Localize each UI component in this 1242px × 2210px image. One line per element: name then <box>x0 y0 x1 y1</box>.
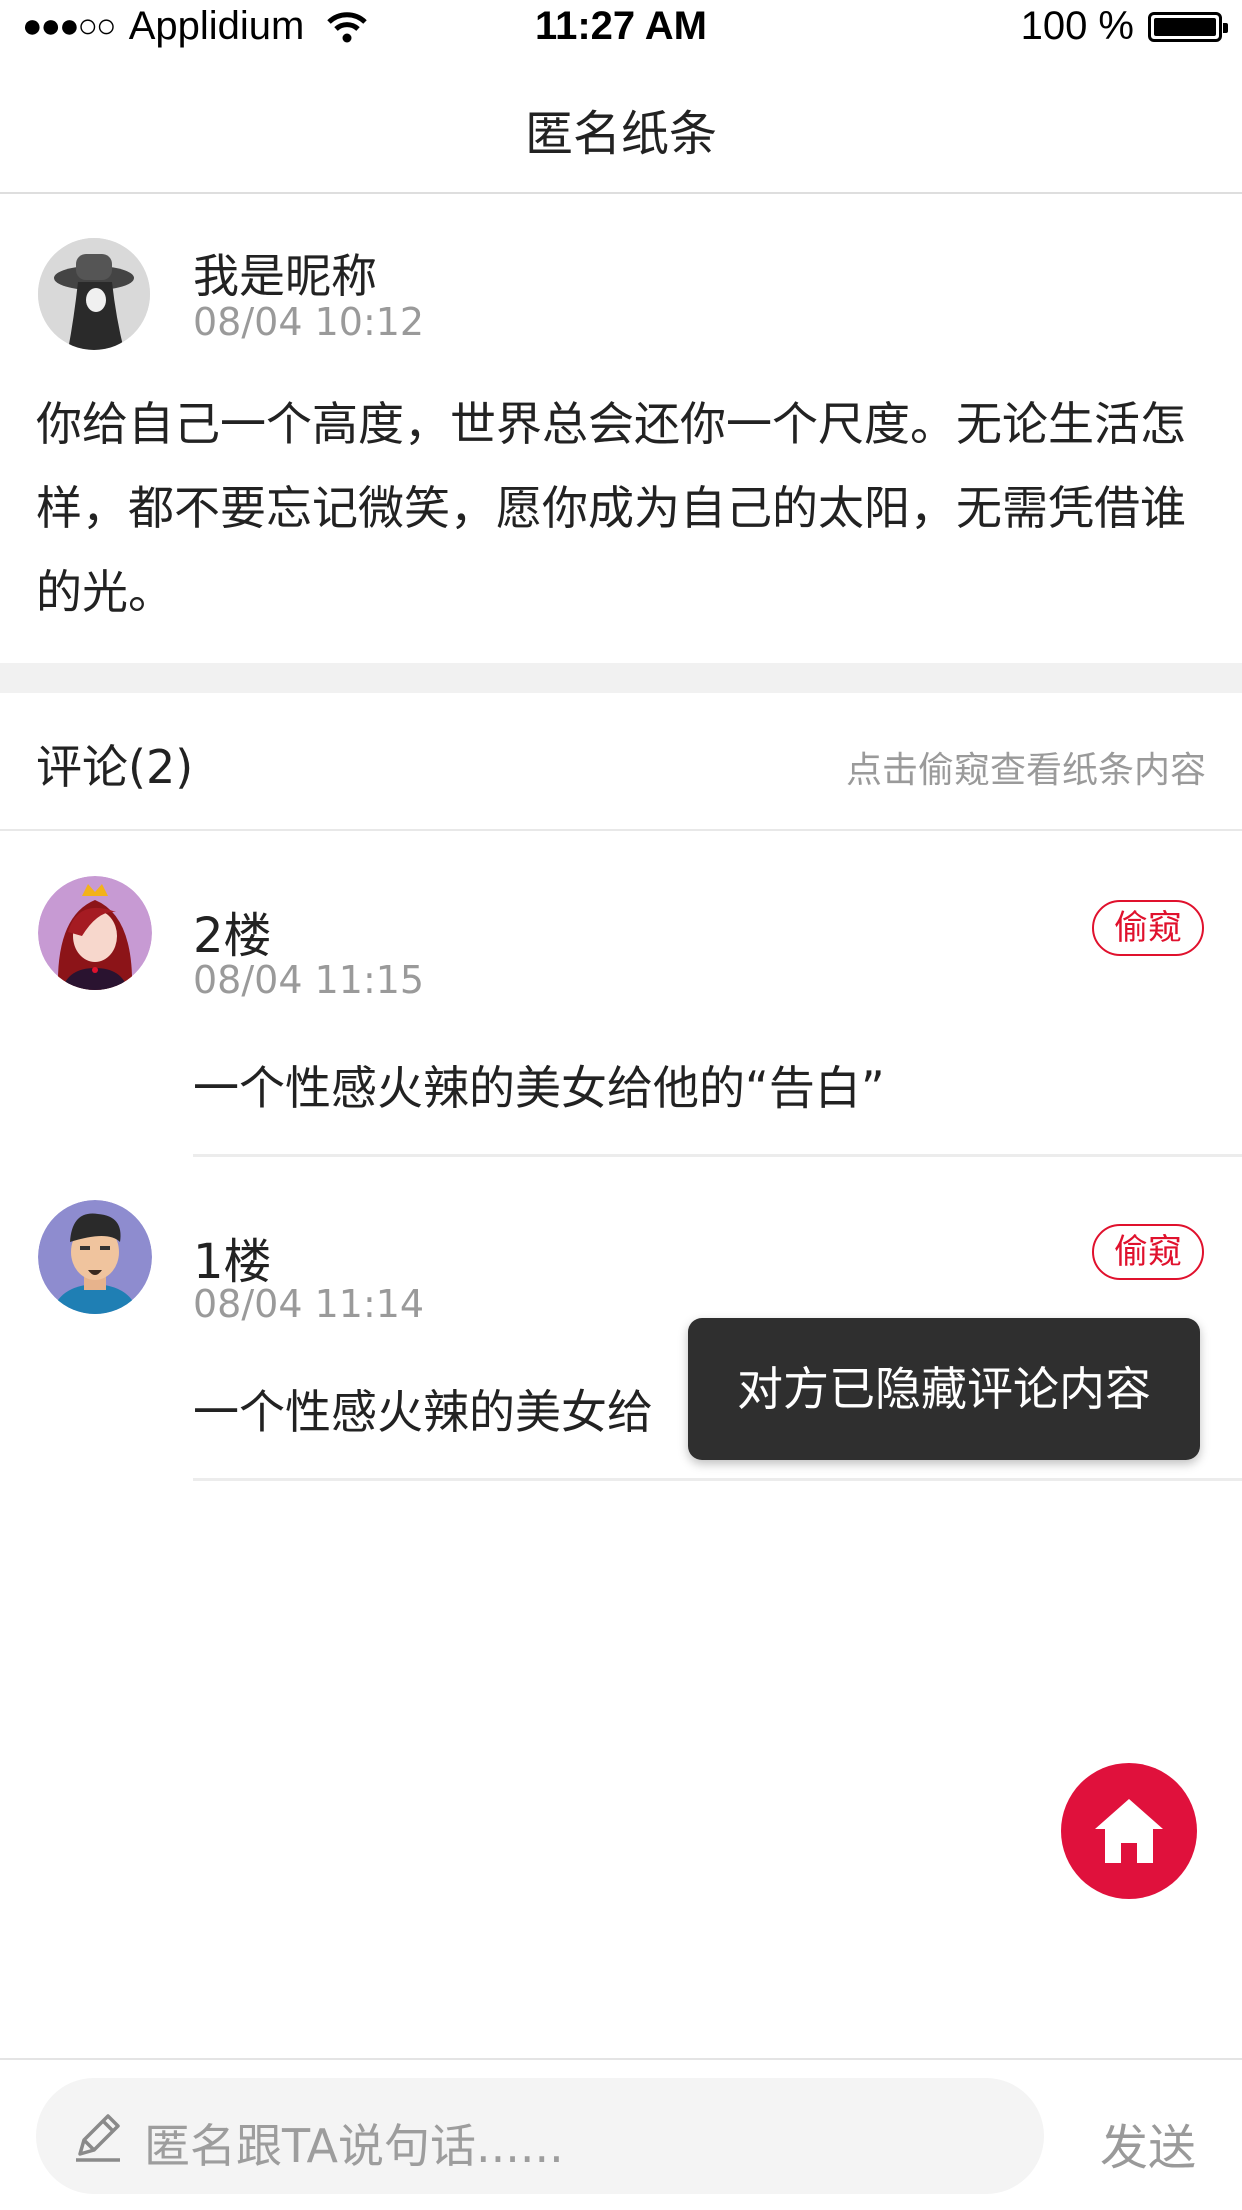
home-icon <box>1095 1799 1163 1863</box>
comment-avatar[interactable] <box>38 876 152 990</box>
post-timestamp: 08/04 10:12 <box>193 300 425 344</box>
pencil-icon <box>76 2114 120 2162</box>
avatar-image <box>38 1200 152 1314</box>
send-button[interactable]: 发送 <box>1100 2108 1196 2178</box>
navigation-bar: 匿名纸条 <box>0 56 1242 194</box>
section-divider <box>0 663 1242 693</box>
comment-floor: 2楼 <box>193 908 272 964</box>
peek-button[interactable]: 偷窥 <box>1092 1224 1204 1280</box>
page-title: 匿名纸条 <box>524 106 717 162</box>
toast-message: 对方已隐藏评论内容 <box>688 1318 1200 1460</box>
avatar-image <box>38 876 152 990</box>
battery-percent: 100 % <box>1020 4 1134 48</box>
comment-avatar[interactable] <box>38 1200 152 1314</box>
comment-input-placeholder: 匿名跟TA说句话...... <box>144 2119 564 2173</box>
peek-hint: 点击偷窥查看纸条内容 <box>845 750 1206 791</box>
battery-icon <box>1148 11 1228 42</box>
status-bar: ●●●○○ Applidium 11:27 AM 100 % <box>0 0 1242 56</box>
post-author-avatar[interactable] <box>38 238 150 350</box>
comment-timestamp: 08/04 11:15 <box>193 958 425 1002</box>
comment-input-bar: 匿名跟TA说句话...... 发送 <box>0 2058 1242 2210</box>
post-author-name: 我是昵称 <box>193 249 377 303</box>
comment-divider <box>193 1154 1242 1157</box>
post-content: 你给自己一个高度，世界总会还你一个尺度。无论生活怎样，都不要忘记微笑，愿你成为自… <box>36 397 1186 619</box>
peek-button[interactable]: 偷窥 <box>1092 900 1204 956</box>
comments-header: 评论(2) 点击偷窥查看纸条内容 <box>0 693 1242 831</box>
home-button[interactable] <box>1061 1763 1197 1899</box>
comment-divider <box>193 1478 1242 1481</box>
status-bar-right: 100 % <box>1020 4 1228 49</box>
comment-text: 一个性感火辣的美女给 <box>193 1385 653 1439</box>
comment-input[interactable]: 匿名跟TA说句话...... <box>36 2078 1044 2194</box>
avatar-image <box>38 238 150 350</box>
comment-timestamp: 08/04 11:14 <box>193 1282 425 1326</box>
comment-text: 一个性感火辣的美女给他的“告白” <box>193 1061 885 1115</box>
comments-count-title: 评论(2) <box>36 740 194 794</box>
